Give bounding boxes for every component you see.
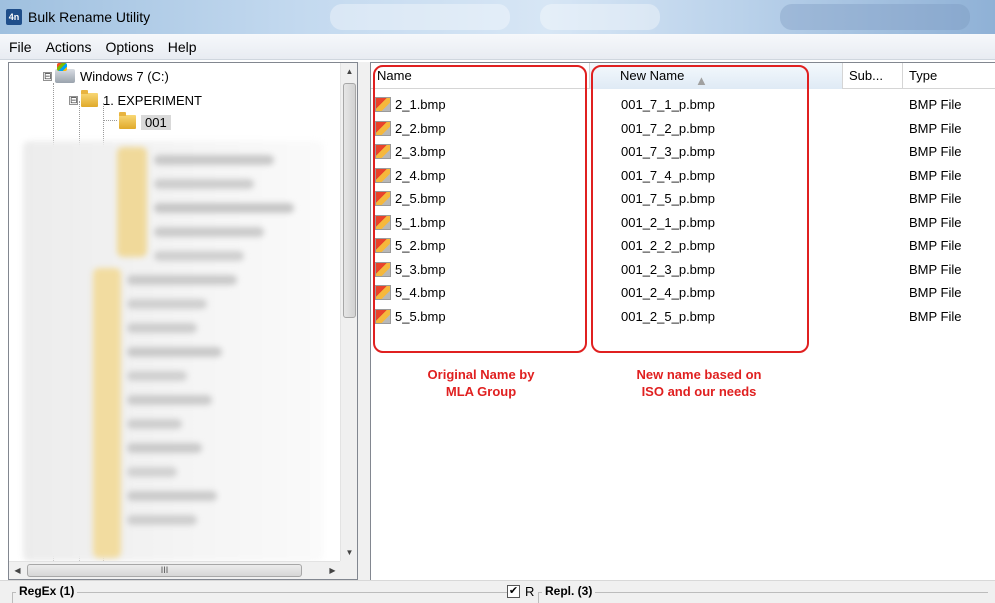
tree-item-label: Windows 7 (C:) [80,68,169,84]
collapse-toggle[interactable]: ⊟ [69,95,78,105]
blurred-label [154,227,264,237]
column-header-subfolder[interactable]: Sub... [843,63,903,89]
menu-help[interactable]: Help [161,39,204,55]
replace-group-label: Repl. (3) [542,584,596,598]
blurred-label [154,203,294,213]
regex-group-label: RegEx (1) [16,584,78,598]
tree-item-label: 001 [141,114,171,130]
group-border [12,592,507,593]
tree-guide-line [103,120,117,121]
tree-item-drive[interactable]: ⊟ Windows 7 (C:) [43,63,169,87]
blurred-label [127,347,222,357]
scroll-left-arrow-icon[interactable]: ◀ [9,562,26,579]
blurred-label [127,299,207,309]
column-header-type[interactable]: Type [903,63,995,89]
blurred-folder-icons [117,147,147,257]
tree-item-001[interactable]: 001 [119,111,171,133]
panel-splitter[interactable] [358,62,370,580]
title-bar-glass [540,4,660,30]
cell-type: BMP File [909,261,962,277]
cell-type: BMP File [909,308,962,324]
regex-checkbox[interactable]: ✔ [507,585,520,598]
title-bar-glass [330,4,510,30]
window-title: Bulk Rename Utility [28,9,151,25]
cell-type: BMP File [909,191,962,206]
menu-actions[interactable]: Actions [39,39,99,55]
blurred-label [127,467,177,477]
cell-type: BMP File [909,120,962,136]
blurred-label [127,419,182,429]
group-border [538,592,988,593]
blurred-label [127,443,202,453]
annotation-box-new [591,65,809,353]
options-bar: RegEx (1) ✔ R Repl. (3) [0,580,995,603]
cell-type: BMP File [909,238,962,253]
blurred-label [154,251,244,261]
scroll-up-arrow-icon[interactable]: ▲ [341,63,357,80]
cell-type: BMP File [909,97,962,112]
menu-options[interactable]: Options [98,39,160,55]
blurred-label [154,155,274,165]
cell-type: BMP File [909,214,962,230]
folder-tree-content: ⊟ Windows 7 (C:) ⊟ 1. EXPERIMENT 001 [9,63,341,561]
menu-file[interactable]: File [2,39,39,55]
title-bar-glass [780,4,970,30]
annotation-original-label: Original Name by MLA Group [427,367,535,399]
folder-tree[interactable]: ⊟ Windows 7 (C:) ⊟ 1. EXPERIMENT 001 ▲ ▼… [8,62,358,580]
title-bar: 4n Bulk Rename Utility [0,0,995,34]
file-list[interactable]: Name New Name ▲ Sub... Type 2_1.bmp 001_7… [370,62,995,580]
tree-item-label: 1. EXPERIMENT [103,92,202,108]
cell-type: BMP File [909,285,962,300]
scroll-corner [340,561,357,579]
blurred-label [127,395,212,405]
scroll-right-arrow-icon[interactable]: ▶ [324,562,341,579]
folder-icon [81,90,98,107]
collapse-toggle[interactable]: ⊟ [43,71,52,81]
tree-item-experiment[interactable]: ⊟ 1. EXPERIMENT [69,89,202,111]
cell-type: BMP File [909,167,962,183]
regex-r-label: R [522,584,538,599]
blurred-folder-icons [93,268,121,558]
blurred-label [154,179,254,189]
tree-horizontal-scrollbar[interactable]: ◀ III ▶ [9,561,341,579]
scrollbar-thumb[interactable]: III [27,564,302,577]
blurred-label [127,275,237,285]
blurred-label [127,323,197,333]
blurred-label [127,371,187,381]
blurred-label [127,515,197,525]
tree-vertical-scrollbar[interactable]: ▲ ▼ [340,63,357,561]
scroll-down-arrow-icon[interactable]: ▼ [341,544,357,561]
app-icon: 4n [6,9,22,25]
annotation-box-original [373,65,587,353]
drive-icon [55,63,75,83]
folder-open-icon [119,112,136,129]
menu-bar: File Actions Options Help [0,34,995,60]
cell-type: BMP File [909,144,962,159]
blurred-label [127,491,217,501]
annotation-new-label: New name based on ISO and our needs [636,367,762,399]
scrollbar-thumb[interactable] [343,83,356,318]
